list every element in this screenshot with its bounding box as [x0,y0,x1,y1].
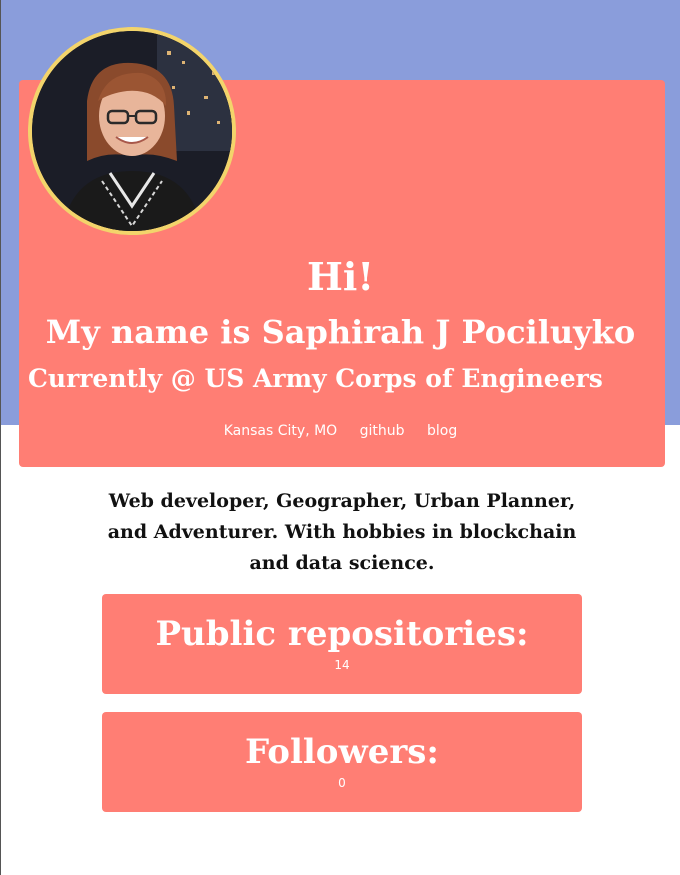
name-heading: My name is Saphirah J Pociluyko [45,313,636,351]
github-link[interactable]: github [360,423,405,439]
followers-count: 0 [338,776,346,790]
avatar-photo [32,31,232,231]
location-text: Kansas City, MO [223,423,338,439]
avatar [28,27,236,235]
blog-link[interactable]: blog [427,423,457,439]
bio-text: Web developer, Geographer, Urban Planner… [107,490,577,574]
current-employer: Currently @ US Army Corps of Engineers [28,364,603,393]
repos-count: 14 [334,658,350,672]
repos-label: Public repositories: [155,614,529,654]
followers-label: Followers: [245,732,439,772]
followers-card: Followers: 0 [102,712,582,812]
profile-links: Kansas City, MO github blog [1,423,680,439]
greeting-heading: Hi! [306,254,375,299]
repos-card: Public repositories: 14 [102,594,582,694]
